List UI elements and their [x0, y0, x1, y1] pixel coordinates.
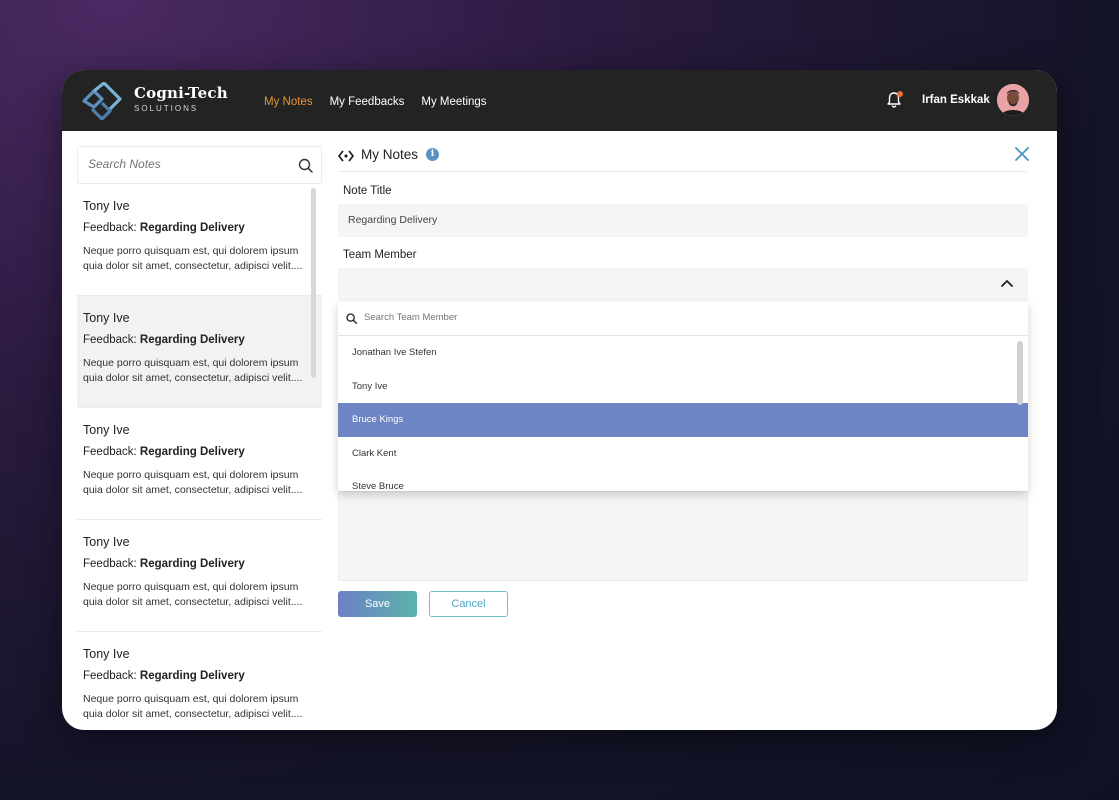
feedback-title: Regarding Delivery: [139, 670, 245, 682]
brand-subtitle: SOLUTIONS: [134, 104, 199, 113]
feedback-prefix: Feedback:: [83, 558, 137, 570]
note-body: Neque porro quisquam est, qui dolorem ip…: [83, 693, 303, 720]
search-notes-input[interactable]: [88, 157, 288, 171]
cancel-button[interactable]: Cancel: [429, 591, 508, 617]
note-body: Neque porro quisquam est, qui dolorem ip…: [83, 581, 303, 608]
list-item[interactable]: Tony Ive Feedback: Regarding Delivery Ne…: [77, 408, 322, 520]
feedback-title: Regarding Delivery: [139, 558, 245, 570]
save-button[interactable]: Save: [338, 591, 417, 617]
team-member-label: Team Member: [343, 249, 417, 261]
feedback-title: Regarding Delivery: [139, 222, 245, 234]
team-member-search: [338, 302, 1028, 336]
brand-name: Cogni-Tech: [134, 84, 228, 102]
feedback-title: Regarding Delivery: [139, 334, 245, 346]
editor-header: My Notes i: [338, 146, 1029, 172]
note-feedback: Feedback: Regarding Delivery: [83, 446, 312, 458]
notes-search: [77, 146, 322, 184]
note-body: Neque porro quisquam est, qui dolorem ip…: [83, 469, 303, 496]
team-member-dropdown: Jonathan Ive Stefen Tony Ive Bruce Kings…: [338, 302, 1028, 491]
user-name[interactable]: Irfan Eskkak: [922, 94, 990, 106]
team-member-select[interactable]: [338, 268, 1028, 301]
note-body: Neque porro quisquam est, qui dolorem ip…: [83, 245, 303, 272]
team-member-options: Jonathan Ive Stefen Tony Ive Bruce Kings…: [338, 336, 1028, 491]
note-feedback: Feedback: Regarding Delivery: [83, 558, 312, 570]
cogni-tech-logo-icon: [82, 82, 122, 120]
main-nav: My Notes My Feedbacks My Meetings: [264, 96, 504, 108]
nav-my-feedbacks[interactable]: My Feedbacks: [330, 96, 405, 108]
page-title: My Notes: [361, 147, 419, 162]
notification-badge: [897, 91, 903, 97]
note-title-value: Regarding Delivery: [348, 214, 438, 226]
nav-my-notes[interactable]: My Notes: [264, 96, 313, 108]
note-body-textarea[interactable]: [338, 491, 1028, 581]
note-author: Tony Ive: [83, 647, 130, 661]
feedback-title: Regarding Delivery: [139, 446, 245, 458]
avatar-photo-icon: [997, 84, 1029, 116]
feedback-prefix: Feedback:: [83, 670, 137, 682]
search-icon: [346, 313, 357, 324]
feedback-prefix: Feedback:: [83, 222, 137, 234]
dropdown-option[interactable]: Clark Kent: [338, 437, 1028, 471]
code-icon: [338, 150, 354, 162]
dropdown-option[interactable]: Jonathan Ive Stefen: [338, 336, 1028, 370]
list-item[interactable]: Tony Ive Feedback: Regarding Delivery Ne…: [77, 184, 322, 296]
feedback-prefix: Feedback:: [83, 334, 137, 346]
avatar[interactable]: [997, 84, 1029, 116]
note-body: Neque porro quisquam est, qui dolorem ip…: [83, 357, 303, 384]
note-feedback: Feedback: Regarding Delivery: [83, 222, 312, 234]
note-title-field[interactable]: Regarding Delivery: [338, 204, 1028, 237]
feedback-prefix: Feedback:: [83, 446, 137, 458]
note-title-label: Note Title: [343, 185, 392, 197]
notes-sidebar: Tony Ive Feedback: Regarding Delivery Ne…: [77, 146, 322, 730]
brand: Cogni-Tech SOLUTIONS: [134, 84, 228, 113]
dropdown-option[interactable]: Steve Bruce: [338, 470, 1028, 491]
list-item[interactable]: Tony Ive Feedback: Regarding Delivery Ne…: [77, 632, 322, 730]
search-team-member-input[interactable]: [364, 312, 764, 323]
note-feedback: Feedback: Regarding Delivery: [83, 670, 312, 682]
list-item[interactable]: Tony Ive Feedback: Regarding Delivery Ne…: [77, 296, 322, 408]
top-bar: Cogni-Tech SOLUTIONS My Notes My Feedbac…: [62, 70, 1057, 131]
note-author: Tony Ive: [83, 535, 130, 549]
note-author: Tony Ive: [83, 423, 130, 437]
note-author: Tony Ive: [83, 311, 130, 325]
note-editor: My Notes i Note Title Regarding Delivery…: [338, 146, 1032, 730]
notes-scrollbar[interactable]: [311, 188, 316, 378]
search-icon[interactable]: [298, 158, 313, 173]
list-item[interactable]: Tony Ive Feedback: Regarding Delivery Ne…: [77, 520, 322, 632]
nav-my-meetings[interactable]: My Meetings: [421, 96, 486, 108]
chevron-up-icon[interactable]: [1001, 279, 1013, 287]
note-author: Tony Ive: [83, 199, 130, 213]
close-icon[interactable]: [1015, 147, 1029, 161]
dropdown-scrollbar[interactable]: [1017, 341, 1023, 405]
notes-list: Tony Ive Feedback: Regarding Delivery Ne…: [77, 184, 322, 730]
dropdown-option[interactable]: Tony Ive: [338, 370, 1028, 404]
dropdown-option-highlighted[interactable]: Bruce Kings: [338, 403, 1028, 437]
info-icon[interactable]: i: [426, 148, 439, 161]
app-window: Cogni-Tech SOLUTIONS My Notes My Feedbac…: [62, 70, 1057, 730]
note-feedback: Feedback: Regarding Delivery: [83, 334, 312, 346]
